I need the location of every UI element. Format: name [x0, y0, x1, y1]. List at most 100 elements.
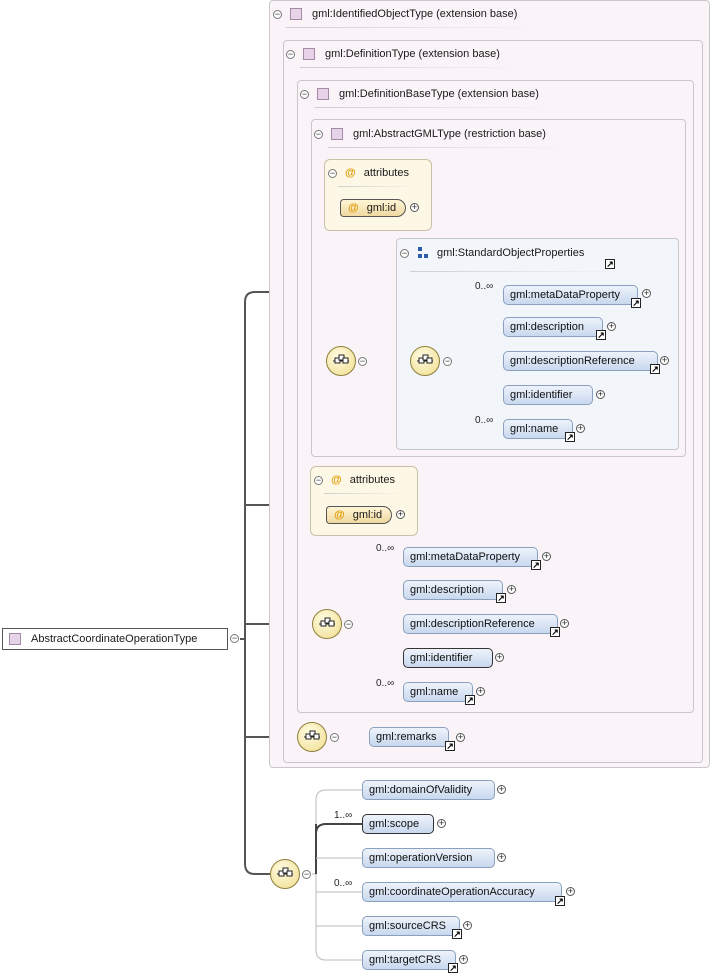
expand-icon[interactable]: + — [576, 424, 585, 433]
cardinality-label: 0..∞ — [376, 543, 395, 554]
element-domain-of-validity[interactable]: gml:domainOfValidity — [362, 780, 495, 800]
cardinality-label: 0..∞ — [376, 678, 395, 689]
element-source-crs[interactable]: gml:sourceCRS — [362, 916, 460, 936]
sequence-compositor[interactable] — [326, 346, 356, 376]
attribute-gml-id[interactable]: @ gml:id — [340, 199, 406, 217]
expand-icon[interactable]: + — [437, 819, 446, 828]
collapse-toggle[interactable]: − — [300, 89, 309, 99]
collapse-toggle[interactable]: − — [344, 620, 353, 629]
cardinality-label: 0..∞ — [475, 281, 494, 292]
element-name[interactable]: gml:name — [403, 682, 473, 702]
group-label: gml:StandardObjectProperties — [437, 247, 585, 259]
collapse-toggle[interactable]: − — [286, 49, 295, 59]
expand-icon[interactable]: + — [456, 733, 465, 742]
sequence-icon — [332, 354, 350, 368]
sequence-icon — [303, 730, 321, 744]
attribute-name: gml:id — [352, 509, 383, 521]
element-description-reference[interactable]: gml:descriptionReference — [403, 614, 558, 634]
element-operation-version[interactable]: gml:operationVersion — [362, 848, 495, 868]
definition-type-label: gml:DefinitionType (extension base) — [325, 48, 500, 60]
reference-arrow-icon[interactable]: ↗ — [650, 364, 660, 374]
reference-arrow-icon[interactable]: ↗ — [445, 741, 455, 751]
expand-icon[interactable]: + — [607, 322, 616, 331]
sequence-compositor[interactable] — [410, 346, 440, 376]
reference-arrow-icon[interactable]: ↗ — [596, 330, 606, 340]
expand-icon[interactable]: + — [497, 853, 506, 862]
collapse-toggle[interactable]: − — [330, 733, 339, 742]
expand-icon[interactable]: + — [642, 289, 651, 298]
element-description-reference[interactable]: gml:descriptionReference — [503, 351, 658, 371]
expand-icon[interactable]: + — [463, 921, 472, 930]
sequence-compositor[interactable] — [312, 609, 342, 639]
cardinality-label: 0..∞ — [334, 878, 353, 889]
expand-icon[interactable]: + — [497, 785, 506, 794]
collapse-toggle[interactable]: − — [314, 475, 323, 485]
collapse-toggle[interactable]: − — [443, 357, 452, 366]
cardinality-label: 1..∞ — [334, 810, 353, 821]
complex-type-icon — [317, 88, 329, 100]
reference-arrow-icon[interactable]: ↗ — [448, 963, 458, 973]
expand-icon[interactable]: + — [542, 552, 551, 561]
identified-object-type-header: − gml:IdentifiedObjectType (extension ba… — [273, 6, 517, 22]
element-target-crs[interactable]: gml:targetCRS — [362, 950, 456, 970]
reference-arrow-icon[interactable]: ↗ — [550, 627, 560, 637]
element-coordinate-operation-accuracy[interactable]: gml:coordinateOperationAccuracy — [362, 882, 562, 902]
element-meta-data-property[interactable]: gml:metaDataProperty — [403, 547, 538, 567]
complex-type-icon — [331, 128, 343, 140]
element-description[interactable]: gml:description — [403, 580, 503, 600]
reference-arrow-icon[interactable]: ↗ — [605, 259, 615, 269]
attributes-header: − @ attributes — [328, 165, 409, 181]
group-icon — [417, 247, 429, 259]
expand-icon[interactable]: + — [596, 390, 605, 399]
reference-arrow-icon[interactable]: ↗ — [555, 896, 565, 906]
element-remarks[interactable]: gml:remarks — [369, 727, 449, 747]
expand-icon[interactable]: + — [566, 887, 575, 896]
sequence-icon — [276, 867, 294, 881]
reference-arrow-icon[interactable]: ↗ — [565, 432, 575, 442]
definition-base-type-header: − gml:DefinitionBaseType (extension base… — [300, 86, 539, 102]
reference-arrow-icon[interactable]: ↗ — [496, 593, 506, 603]
element-meta-data-property[interactable]: gml:metaDataProperty — [503, 285, 638, 305]
expand-icon[interactable]: + — [410, 203, 419, 212]
identified-object-type-label: gml:IdentifiedObjectType (extension base… — [312, 8, 518, 20]
attribute-icon: @ — [331, 474, 342, 486]
root-type-label: AbstractCoordinateOperationType — [31, 633, 198, 645]
reference-arrow-icon[interactable]: ↗ — [631, 298, 641, 308]
element-identifier[interactable]: gml:identifier — [503, 385, 593, 405]
expand-icon[interactable]: + — [459, 955, 468, 964]
collapse-toggle[interactable]: − — [302, 870, 311, 879]
collapse-toggle[interactable]: − — [314, 129, 323, 139]
expand-icon[interactable]: + — [476, 687, 485, 696]
expand-icon[interactable]: + — [495, 653, 504, 662]
reference-arrow-icon[interactable]: ↗ — [465, 695, 475, 705]
expand-icon[interactable]: + — [660, 356, 669, 365]
attributes-header: − @ attributes — [314, 472, 395, 488]
attributes-label: attributes — [349, 474, 395, 486]
sequence-compositor[interactable] — [270, 859, 300, 889]
definition-type-header: − gml:DefinitionType (extension base) — [286, 46, 500, 62]
collapse-toggle-root[interactable]: − — [230, 634, 239, 643]
abstract-gml-type-label: gml:AbstractGMLType (restriction base) — [353, 128, 546, 140]
sequence-icon — [318, 617, 336, 631]
cardinality-label: 0..∞ — [475, 415, 494, 426]
element-name[interactable]: gml:name — [503, 419, 573, 439]
element-identifier[interactable]: gml:identifier — [403, 648, 493, 668]
element-description[interactable]: gml:description — [503, 317, 603, 337]
expand-icon[interactable]: + — [560, 619, 569, 628]
collapse-toggle[interactable]: − — [400, 248, 409, 258]
sequence-compositor[interactable] — [297, 722, 327, 752]
definition-base-type-label: gml:DefinitionBaseType (extension base) — [339, 88, 539, 100]
expand-icon[interactable]: + — [396, 510, 405, 519]
element-scope[interactable]: gml:scope — [362, 814, 434, 834]
attribute-icon: @ — [345, 167, 356, 179]
reference-arrow-icon[interactable]: ↗ — [531, 560, 541, 570]
collapse-toggle[interactable]: − — [358, 357, 367, 366]
collapse-toggle[interactable]: − — [328, 168, 337, 178]
root-type-box[interactable]: AbstractCoordinateOperationType — [2, 628, 228, 650]
collapse-toggle[interactable]: − — [273, 9, 282, 19]
sequence-icon — [416, 354, 434, 368]
attribute-name: gml:id — [366, 202, 397, 214]
attribute-gml-id[interactable]: @ gml:id — [326, 506, 392, 524]
reference-arrow-icon[interactable]: ↗ — [452, 929, 462, 939]
expand-icon[interactable]: + — [507, 585, 516, 594]
